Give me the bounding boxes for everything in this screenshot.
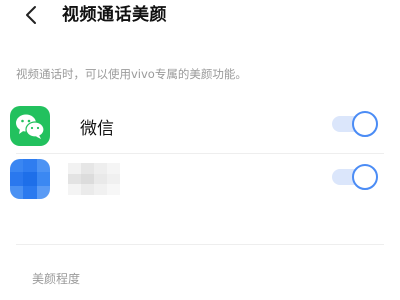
blurred-app-name: [68, 163, 120, 195]
app-row-blurred: [0, 157, 400, 203]
blurred-app-icon: [10, 159, 50, 199]
toggle-knob: [352, 164, 378, 190]
wechat-icon: [10, 106, 50, 146]
page-title: 视频通话美颜: [62, 5, 167, 25]
app-name-wechat: 微信: [80, 119, 114, 139]
toggle-knob: [352, 111, 378, 137]
section-divider: [16, 244, 384, 245]
beauty-toggle-wechat[interactable]: [332, 110, 378, 138]
row-divider: [16, 153, 384, 154]
screen: 视频通话美颜 视频通话时，可以使用vivo专属的美颜功能。 微信 美颜程度: [0, 0, 400, 300]
app-row-wechat: 微信: [0, 104, 400, 150]
chevron-left-icon: [26, 6, 36, 24]
description-text: 视频通话时，可以使用vivo专属的美颜功能。: [16, 67, 247, 81]
beauty-level-label: 美颜程度: [32, 272, 81, 286]
beauty-toggle-blurred-app[interactable]: [332, 163, 378, 191]
back-button[interactable]: [14, 0, 48, 30]
